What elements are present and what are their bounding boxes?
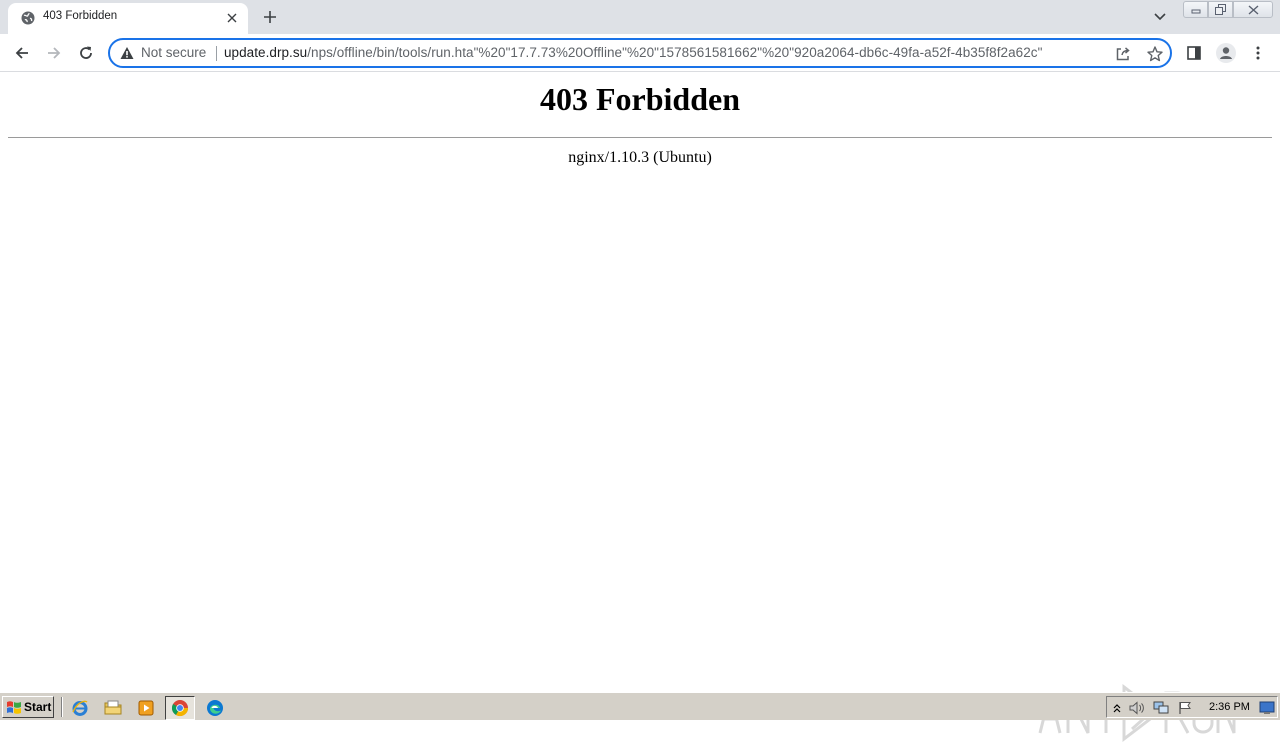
url-text[interactable]: update.drp.su/nps/offline/bin/tools/run.…: [224, 45, 1042, 60]
tab-search-button[interactable]: [1150, 7, 1170, 27]
file-explorer-launcher[interactable]: [103, 698, 123, 718]
omnibox-divider: [216, 46, 217, 61]
arrow-right-icon: [48, 47, 61, 59]
profile-button[interactable]: [1215, 42, 1237, 64]
desktop-icon: [1259, 701, 1275, 714]
close-icon: [1248, 4, 1258, 15]
server-signature: nginx/1.10.3 (Ubuntu): [568, 149, 712, 166]
warning-icon[interactable]: [120, 46, 134, 60]
arrow-left-icon: [15, 47, 28, 59]
url-host: update.drp.su: [224, 45, 308, 60]
edge-icon: [207, 700, 223, 716]
url-path: /nps/offline/bin/tools/run.hta"%20"17.7.…: [307, 45, 1043, 60]
windows-flag-icon: [7, 701, 21, 714]
browser-toolbar: Not secure update.drp.su/nps/offline/bin…: [0, 34, 1280, 72]
chevron-down-icon: [1154, 13, 1166, 21]
system-tray: 2:36 PM: [1106, 696, 1278, 718]
window-close-button[interactable]: [1233, 1, 1273, 18]
share-icon[interactable]: [1114, 45, 1132, 63]
taskbar-clock[interactable]: 2:36 PM: [1209, 701, 1250, 713]
speaker-icon: [1129, 701, 1144, 715]
bookmark-star-icon[interactable]: [1146, 45, 1164, 63]
page-content: 403 Forbidden nginx/1.10.3 (Ubuntu): [0, 73, 1280, 743]
new-tab-button[interactable]: [259, 6, 281, 28]
chevron-up-icon: [1113, 704, 1121, 713]
media-player-icon: [138, 700, 154, 716]
start-label: Start: [24, 700, 52, 714]
side-panel-button[interactable]: [1183, 42, 1205, 64]
edge-launcher[interactable]: [205, 698, 225, 718]
network-icon: [1153, 701, 1169, 714]
tab-strip: 403 Forbidden: [0, 0, 1280, 34]
plus-icon: [264, 11, 276, 23]
restore-icon: [1215, 4, 1226, 15]
avatar-icon: [1216, 43, 1236, 63]
taskbar-divider: [61, 697, 63, 717]
start-button[interactable]: Start: [2, 696, 54, 718]
network-tray-button[interactable]: [1153, 700, 1169, 716]
back-button[interactable]: [9, 40, 35, 66]
flag-icon: [1179, 702, 1191, 714]
chrome-taskbar-button[interactable]: [165, 696, 195, 720]
chrome-icon: [171, 700, 189, 717]
reload-icon: [80, 46, 92, 59]
menu-button[interactable]: [1247, 42, 1269, 64]
window-minimize-button[interactable]: [1183, 1, 1208, 18]
show-desktop-button[interactable]: [1259, 700, 1275, 716]
internet-explorer-icon: [72, 700, 88, 716]
folder-icon: [104, 700, 122, 715]
show-hidden-icons-button[interactable]: [1109, 700, 1125, 716]
tab-403-forbidden[interactable]: 403 Forbidden: [8, 3, 248, 34]
reload-button[interactable]: [73, 40, 99, 66]
minimize-icon: [1191, 9, 1200, 13]
page-title: 403 Forbidden: [539, 81, 741, 117]
globe-icon: [21, 11, 35, 25]
address-bar[interactable]: Not secure update.drp.su/nps/offline/bin…: [108, 38, 1172, 68]
windows-taskbar: Start 2:36 PM: [0, 692, 1280, 720]
volume-tray-button[interactable]: [1129, 700, 1145, 716]
internet-explorer-launcher[interactable]: [70, 698, 90, 718]
tab-close-button[interactable]: [224, 10, 240, 26]
tab-title: 403 Forbidden: [43, 10, 118, 22]
window-restore-button[interactable]: [1208, 1, 1233, 18]
media-player-launcher[interactable]: [136, 698, 156, 718]
close-icon: [227, 13, 237, 23]
kebab-menu-icon: [1256, 46, 1260, 60]
divider: [8, 137, 1272, 138]
forward-button[interactable]: [41, 40, 67, 66]
not-secure-label[interactable]: Not secure: [141, 45, 206, 60]
action-center-button[interactable]: [1177, 700, 1193, 716]
side-panel-icon: [1187, 46, 1201, 60]
